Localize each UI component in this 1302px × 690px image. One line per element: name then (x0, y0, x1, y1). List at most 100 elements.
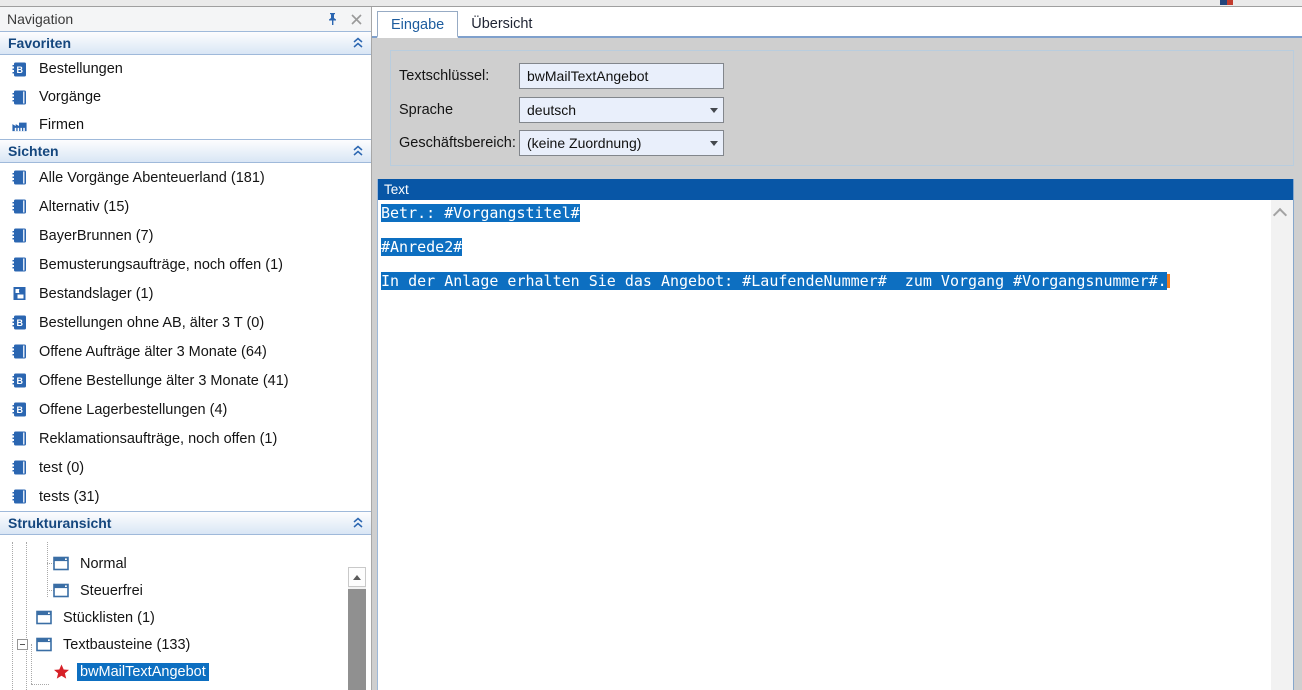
selected-text: #Anrede2# (381, 238, 462, 256)
nav-item-label: Offene Aufträge älter 3 Monate (64) (39, 344, 267, 360)
form-label: Sprache (399, 97, 453, 123)
collapse-double-chevron-icon (353, 517, 363, 529)
dropdown-gesch-ftsbereich[interactable]: (keine Zuordnung) (519, 130, 724, 156)
dropdown-arrow-icon[interactable] (710, 108, 718, 113)
nav-item-offene-bestellunge-lter-3-monate-41[interactable]: BOffene Bestellunge älter 3 Monate (41) (0, 366, 371, 395)
book-b-icon: B (11, 314, 28, 331)
star-icon (53, 664, 70, 680)
text-editor-header: Text (378, 179, 1293, 200)
group-title: Strukturansicht (8, 515, 111, 531)
toolbar-edge (0, 0, 1302, 7)
tab-eingabe[interactable]: Eingabe (377, 11, 458, 38)
scrollbar-thumb[interactable] (348, 589, 366, 690)
group-header-favoriten[interactable]: Favoriten (0, 31, 371, 55)
nav-item-bestellungen-ohne-ab-lter-3-t-0[interactable]: B Bestellungen ohne AB, älter 3 T (0) (0, 308, 371, 337)
nav-item-label: Bestandslager (1) (39, 286, 153, 302)
nav-item-label: test (0) (39, 460, 84, 476)
group-title: Favoriten (8, 35, 71, 51)
nav-item-offene-auftr-ge-lter-3-monate-64[interactable]: Offene Aufträge älter 3 Monate (64) (0, 337, 371, 366)
nav-item-bestandslager-1[interactable]: Bestandslager (1) (0, 279, 371, 308)
text-editor-content[interactable]: Betr.: #Vorgangstitel# #Anrede2# In der An… (381, 205, 1170, 290)
editor-line: In der Anlage erhalten Sie das Angebot: … (381, 273, 1170, 290)
navigation-titlebar: Navigation (0, 7, 371, 31)
nav-item-label: Bestellungen (39, 61, 123, 77)
text-caret (1167, 274, 1170, 288)
text-editor-panel: Text Betr.: #Vorgangstitel# #Anrede2# In d… (377, 179, 1294, 690)
navigation-panel: Navigation Favoriten B Bestellungen Vorgän… (0, 7, 372, 690)
scroll-up-button[interactable] (348, 567, 366, 587)
nav-item-bayerbrunnen-7[interactable]: BayerBrunnen (7) (0, 221, 371, 250)
book-icon (11, 343, 28, 360)
tree-node-st-cklisten-1[interactable]: Stücklisten (1) (0, 604, 347, 631)
tab-bar: EingabeÜbersicht (372, 7, 1302, 38)
scroll-up-chevron-icon[interactable] (1275, 208, 1287, 216)
form-groupbox: Textschlüssel: bwMailTextAngebot Sprache de… (390, 50, 1294, 166)
form-label: Textschlüssel: (399, 63, 489, 89)
nav-item-tests-31[interactable]: tests (31) (0, 482, 371, 511)
nav-item-alle-vorg-nge-abenteuerland-181[interactable]: Alle Vorgänge Abenteuerland (181) (0, 163, 371, 192)
tree-node-steuerfrei[interactable]: Steuerfrei (0, 577, 347, 604)
navigation-title: Navigation (7, 11, 73, 27)
tree-node-textbausteine-133[interactable]: Textbausteine (133) (0, 631, 347, 658)
window-icon (36, 637, 53, 653)
nav-item-label: Offene Lagerbestellungen (4) (39, 402, 227, 418)
form-row-gesch-ftsbereich: Geschäftsbereich:(keine Zuordnung) (391, 130, 1293, 156)
tree-expander-icon[interactable] (17, 639, 28, 650)
nav-item-label: Alle Vorgänge Abenteuerland (181) (39, 170, 265, 186)
field-value: deutsch (527, 102, 576, 118)
tree-node-label: Normal (77, 555, 130, 573)
tree-scrollbar[interactable] (348, 567, 366, 690)
pin-icon[interactable] (324, 11, 340, 27)
input-textschl-ssel[interactable]: bwMailTextAngebot (519, 63, 724, 89)
nav-item-alternativ-15[interactable]: Alternativ (15) (0, 192, 371, 221)
book-icon (11, 169, 28, 186)
collapse-double-chevron-icon (353, 145, 363, 157)
tab-bersicht[interactable]: Übersicht (458, 11, 545, 38)
selected-text: Betr.: #Vorgangstitel# (381, 204, 580, 222)
book-b-icon: B (11, 372, 28, 389)
book-icon (11, 198, 28, 215)
close-icon[interactable] (348, 11, 364, 27)
tree-node-normal[interactable]: Normal (0, 550, 347, 577)
nav-item-bestellungen[interactable]: B Bestellungen (0, 55, 371, 83)
field-value: bwMailTextAngebot (527, 68, 648, 84)
dropdown-arrow-icon[interactable] (710, 141, 718, 146)
nav-item-bemusterungsauftr-ge-noch-offen-1[interactable]: Bemusterungsaufträge, noch offen (1) (0, 250, 371, 279)
svg-text:B: B (16, 65, 23, 75)
form-row-sprache: Sprache deutsch (391, 97, 1293, 123)
favoriten-list: B Bestellungen Vorgänge Firmen (0, 55, 371, 139)
group-header-strukturansicht[interactable]: Strukturansicht (0, 511, 371, 535)
nav-item-label: Reklamationsaufträge, noch offen (1) (39, 431, 277, 447)
group-header-sichten[interactable]: Sichten (0, 139, 371, 163)
tree-node-bwmailtextangebot[interactable]: bwMailTextAngebot (0, 658, 347, 685)
warehouse-icon (11, 285, 28, 302)
book-icon (11, 459, 28, 476)
nav-item-label: Bemusterungsaufträge, noch offen (1) (39, 257, 283, 273)
structure-tree: Normal SteuerfreiStücklisten (1) Textbaust… (0, 542, 371, 690)
text-editor-body[interactable]: Betr.: #Vorgangstitel# #Anrede2# In der An… (378, 200, 1293, 690)
svg-text:B: B (16, 376, 23, 386)
nav-item-reklamationsauftr-ge-noch-offen-1[interactable]: Reklamationsaufträge, noch offen (1) (0, 424, 371, 453)
dropdown-sprache[interactable]: deutsch (519, 97, 724, 123)
nav-item-test-0[interactable]: test (0) (0, 453, 371, 482)
editor-line: #Anrede2# (381, 239, 1170, 256)
tree-node-label: Textbausteine (133) (60, 636, 193, 654)
nav-item-label: Vorgänge (39, 89, 101, 105)
nav-item-offene-lagerbestellungen-4[interactable]: BOffene Lagerbestellungen (4) (0, 395, 371, 424)
main-content: Textschlüssel: bwMailTextAngebot Sprache de… (372, 40, 1302, 690)
nav-item-label: Bestellungen ohne AB, älter 3 T (0) (39, 315, 264, 331)
collapse-double-chevron-icon (353, 37, 363, 49)
nav-item-vorg-nge[interactable]: Vorgänge (0, 83, 371, 111)
field-value: (keine Zuordnung) (527, 135, 641, 151)
editor-scrollbar[interactable] (1271, 200, 1293, 690)
book-icon (11, 256, 28, 273)
nav-item-firmen[interactable]: Firmen (0, 111, 371, 139)
nav-item-label: tests (31) (39, 489, 99, 505)
window-icon (53, 556, 70, 572)
editor-line (381, 256, 1170, 273)
tree-node-item[interactable] (0, 685, 347, 690)
nav-item-label: Firmen (39, 117, 84, 133)
editor-line (381, 222, 1170, 239)
svg-text:B: B (16, 318, 23, 328)
book-icon (11, 430, 28, 447)
